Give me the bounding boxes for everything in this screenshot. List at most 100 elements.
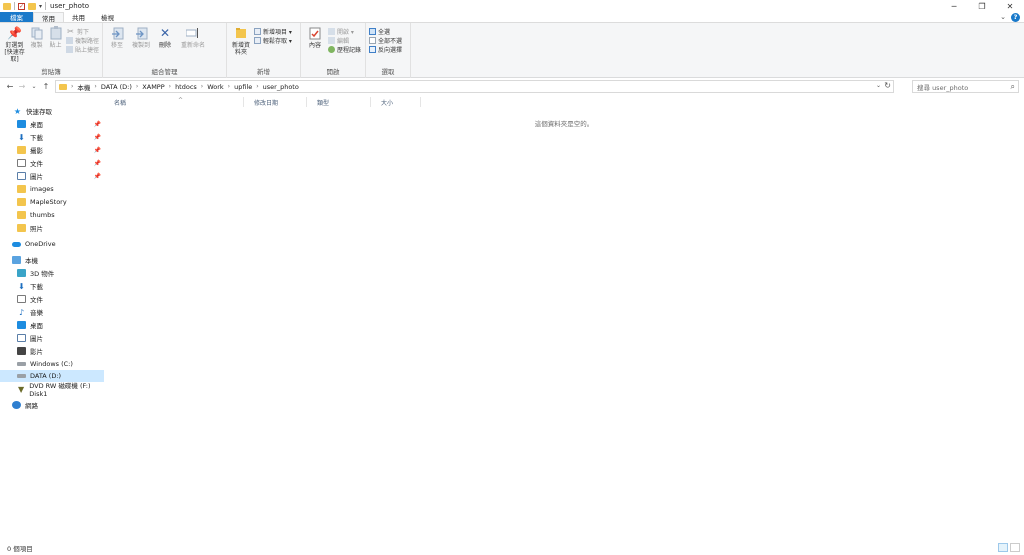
- chevron-right-icon[interactable]: ›: [201, 83, 203, 90]
- nav-item-documents[interactable]: 文件 📌: [0, 157, 104, 169]
- select-none-label: 全部不選: [378, 37, 403, 45]
- nav-item-music[interactable]: ♪ 音樂: [0, 306, 104, 318]
- tab-share[interactable]: 共用: [64, 12, 93, 22]
- breadcrumb-item[interactable]: XAMPP: [142, 83, 164, 91]
- copy-icon: [30, 26, 44, 40]
- dvd-drive-icon: ▼: [18, 384, 25, 394]
- details-view-icon[interactable]: [998, 543, 1008, 552]
- column-header-date-modified[interactable]: 修改日期: [244, 97, 307, 107]
- chevron-right-icon[interactable]: ›: [256, 83, 258, 90]
- large-icons-view-icon[interactable]: [1010, 543, 1020, 552]
- select-none-button[interactable]: 全部不選: [369, 36, 403, 45]
- paste-shortcut-button[interactable]: 貼上捷徑: [65, 45, 99, 54]
- nav-item-dvd-drive[interactable]: ▼ DVD RW 磁碟機 (F:) Disk1: [0, 382, 104, 398]
- copy-label: 複製: [30, 42, 43, 49]
- nav-item-photos[interactable]: 照片: [0, 222, 104, 234]
- video-icon: [17, 347, 26, 355]
- easy-access-button[interactable]: 輕鬆存取 ▾: [254, 36, 292, 45]
- delete-label: 刪除: [158, 42, 171, 49]
- nav-label: Windows (C:): [30, 360, 73, 368]
- nav-item-maplestory[interactable]: MapleStory: [0, 196, 104, 208]
- copy-path-button[interactable]: 複製路徑: [65, 36, 99, 45]
- title-bar: ✓ ▾ user_photo ─ ❐ ✕: [0, 0, 1024, 12]
- desktop-icon: [17, 120, 26, 128]
- sort-up-icon: ^: [178, 97, 184, 104]
- chevron-down-icon[interactable]: ⌄: [1000, 13, 1006, 21]
- forward-arrow-icon[interactable]: →: [16, 82, 28, 91]
- open-button[interactable]: 開啟 ▾: [328, 27, 361, 36]
- column-header-type[interactable]: 類型: [307, 97, 371, 107]
- address-bar[interactable]: › 本機 › DATA (D:) › XAMPP › htdocs › Work…: [55, 80, 894, 93]
- nav-item-images[interactable]: images: [0, 183, 104, 195]
- music-note-icon: ♪: [18, 307, 25, 317]
- breadcrumb-item[interactable]: Work: [207, 83, 223, 91]
- back-arrow-icon[interactable]: ←: [4, 82, 16, 91]
- properties-label: 內容: [308, 42, 321, 49]
- tab-view[interactable]: 檢視: [93, 12, 122, 22]
- nav-item-downloads[interactable]: ⬇ 下載 📌: [0, 131, 104, 143]
- nav-item-desktop[interactable]: 桌面 📌: [0, 118, 104, 130]
- new-folder-qat-icon[interactable]: [28, 2, 36, 10]
- file-list[interactable]: 名稱 ^ 修改日期 類型 大小 這個資料夾是空的。: [104, 94, 1024, 540]
- breadcrumb-item[interactable]: upfile: [234, 83, 252, 91]
- nav-network[interactable]: 網路: [0, 399, 104, 411]
- minimize-icon[interactable]: ─: [940, 0, 968, 12]
- folder-icon: [17, 224, 26, 232]
- invert-selection-button[interactable]: 反向選擇: [369, 45, 402, 54]
- refresh-icon[interactable]: ↻: [884, 81, 891, 90]
- desktop-icon: [17, 321, 26, 329]
- breadcrumb-item[interactable]: 本機: [77, 82, 90, 92]
- close-icon[interactable]: ✕: [996, 0, 1024, 12]
- up-arrow-icon[interactable]: ↑: [40, 82, 52, 91]
- nav-item-3d-objects[interactable]: 3D 物件: [0, 267, 104, 279]
- properties-qat-icon[interactable]: ✓: [18, 2, 25, 10]
- search-box[interactable]: 搜尋 user_photo ⌕: [912, 80, 1019, 93]
- search-icon[interactable]: ⌕: [1011, 82, 1015, 92]
- nav-item-downloads-pc[interactable]: ⬇ 下載: [0, 280, 104, 292]
- paste-shortcut-label: 貼上捷徑: [74, 46, 99, 54]
- nav-label: 攝影: [30, 147, 43, 155]
- nav-quick-access[interactable]: ★ 快速存取: [0, 105, 104, 117]
- nav-item-videos[interactable]: 影片: [0, 345, 104, 357]
- tab-file[interactable]: 檔案: [0, 12, 33, 22]
- edit-button[interactable]: 編輯: [328, 36, 361, 45]
- nav-item-documents-pc[interactable]: 文件: [0, 293, 104, 305]
- restore-icon[interactable]: ❐: [968, 0, 996, 12]
- nav-item-desktop-pc[interactable]: 桌面: [0, 319, 104, 331]
- nav-item-pictures[interactable]: 圖片 📌: [0, 170, 104, 182]
- new-item-button[interactable]: 新增項目 ▾: [254, 27, 292, 36]
- tab-home[interactable]: 常用: [33, 12, 64, 23]
- nav-item-camera[interactable]: 攝影 📌: [0, 144, 104, 156]
- history-button[interactable]: 歷程記錄: [328, 45, 362, 54]
- edit-icon: [328, 36, 335, 44]
- breadcrumb-item[interactable]: htdocs: [175, 83, 197, 91]
- search-placeholder: 搜尋 user_photo: [917, 83, 969, 92]
- cut-button[interactable]: ✂ 剪下: [66, 27, 99, 36]
- nav-item-drive-c[interactable]: Windows (C:): [0, 358, 104, 370]
- chevron-right-icon[interactable]: ›: [169, 83, 171, 90]
- recent-locations-chevron-icon[interactable]: ⌄: [28, 83, 40, 90]
- window-controls: ─ ❐ ✕: [940, 0, 1024, 12]
- select-all-button[interactable]: 全選: [369, 27, 402, 36]
- history-label: 歷程記錄: [337, 46, 362, 54]
- help-icon[interactable]: ?: [1011, 12, 1020, 22]
- nav-item-pictures-pc[interactable]: 圖片: [0, 332, 104, 344]
- pin-icon: 📌: [93, 120, 101, 128]
- column-header-size[interactable]: 大小: [371, 97, 421, 107]
- nav-onedrive[interactable]: OneDrive: [0, 238, 104, 250]
- breadcrumb-item[interactable]: DATA (D:): [101, 83, 132, 91]
- chevron-down-icon[interactable]: ⌄: [876, 82, 881, 89]
- folder-icon: [59, 83, 67, 90]
- nav-label: MapleStory: [30, 198, 67, 206]
- chevron-right-icon[interactable]: ›: [71, 83, 73, 90]
- column-header-label: 名稱: [114, 99, 127, 107]
- qat-dropdown-icon[interactable]: ▾: [39, 3, 42, 10]
- breadcrumb-item[interactable]: user_photo: [263, 83, 299, 91]
- chevron-right-icon[interactable]: ›: [228, 83, 230, 90]
- nav-item-thumbs[interactable]: thumbs: [0, 209, 104, 221]
- chevron-right-icon[interactable]: ›: [136, 83, 138, 90]
- nav-this-pc[interactable]: 本機: [0, 254, 104, 266]
- organize-group: 移至 複製到 ✕ 刪除 重新命名 組合管理: [103, 23, 227, 78]
- chevron-right-icon[interactable]: ›: [94, 83, 96, 90]
- column-header-name[interactable]: 名稱 ^: [104, 97, 244, 107]
